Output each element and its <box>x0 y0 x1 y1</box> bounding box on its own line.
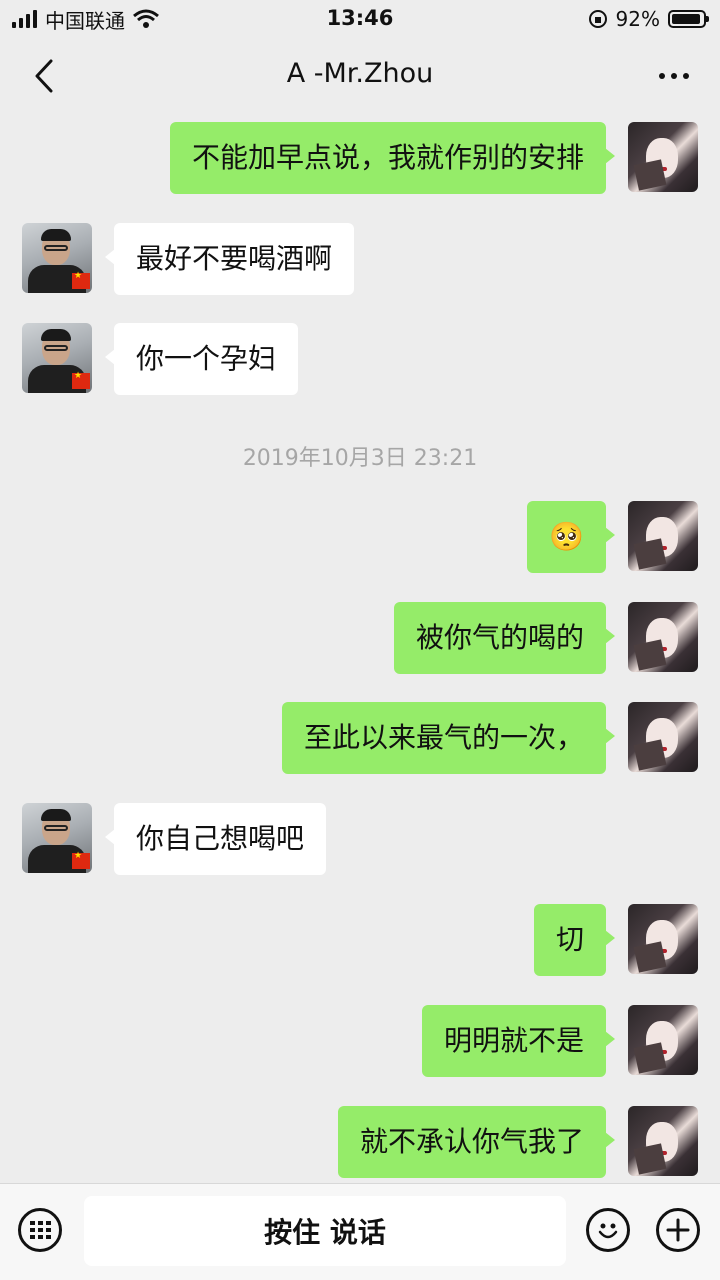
chat-header: A -Mr.Zhou <box>0 40 720 110</box>
plus-icon <box>666 1218 690 1242</box>
message-row: 切 <box>0 904 720 976</box>
keyboard-icon <box>29 1221 51 1239</box>
message-row: 你自己想喝吧 <box>0 803 720 875</box>
my-avatar[interactable] <box>628 122 698 192</box>
hold-to-talk-button[interactable]: 按住 说话 <box>84 1196 566 1266</box>
emoji-button[interactable] <box>586 1208 630 1252</box>
battery-icon <box>668 10 709 28</box>
message-row: 🥺 <box>0 501 720 573</box>
message-bubble[interactable]: 你一个孕妇 <box>104 323 299 395</box>
my-avatar[interactable] <box>628 1005 698 1075</box>
my-avatar[interactable] <box>628 1106 698 1176</box>
contact-avatar[interactable] <box>22 223 92 293</box>
my-avatar[interactable] <box>628 904 698 974</box>
message-row: 就不承认你气我了 <box>0 1106 720 1178</box>
orientation-lock-icon <box>588 10 607 28</box>
message-bubble[interactable]: 你自己想喝吧 <box>104 803 327 875</box>
add-button[interactable] <box>656 1208 700 1252</box>
message-bubble[interactable]: 最好不要喝酒啊 <box>104 223 355 295</box>
keyboard-toggle-button[interactable] <box>18 1208 62 1252</box>
message-bubble[interactable]: 不能加早点说，我就作别的安排 <box>169 122 616 194</box>
status-bar: 中国联通 13:46 92% <box>0 0 720 40</box>
message-bubble[interactable]: 明明就不是 <box>421 1005 616 1077</box>
message-bubble[interactable]: 被你气的喝的 <box>393 602 616 674</box>
my-avatar[interactable] <box>628 702 698 772</box>
contact-avatar[interactable] <box>22 803 92 873</box>
message-row: 被你气的喝的 <box>0 602 720 674</box>
status-right: 92% <box>588 6 709 32</box>
more-button[interactable] <box>650 56 698 96</box>
message-row: 你一个孕妇 <box>0 323 720 395</box>
chat-title: A -Mr.Zhou <box>286 58 434 89</box>
message-row: 明明就不是 <box>0 1005 720 1077</box>
my-avatar[interactable] <box>628 501 698 571</box>
battery-percent: 92% <box>615 7 660 31</box>
input-bar: 按住 说话 <box>0 1183 720 1280</box>
chat-timestamp: 2019年10月3日 23:21 <box>242 446 478 471</box>
my-avatar[interactable] <box>628 602 698 672</box>
message-row: 最好不要喝酒啊 <box>0 223 720 295</box>
message-row: 不能加早点说，我就作别的安排 <box>0 122 720 194</box>
message-row: 至此以来最气的一次， <box>0 702 720 774</box>
message-bubble[interactable]: 切 <box>533 904 616 976</box>
emoji-message-bubble[interactable]: 🥺 <box>527 501 615 573</box>
contact-avatar[interactable] <box>22 323 92 393</box>
emoji-icon <box>598 1223 618 1239</box>
more-dots-icon <box>659 73 689 79</box>
battery-fill <box>672 14 700 24</box>
message-bubble[interactable]: 就不承认你气我了 <box>337 1106 616 1178</box>
message-bubble[interactable]: 至此以来最气的一次， <box>281 702 616 774</box>
